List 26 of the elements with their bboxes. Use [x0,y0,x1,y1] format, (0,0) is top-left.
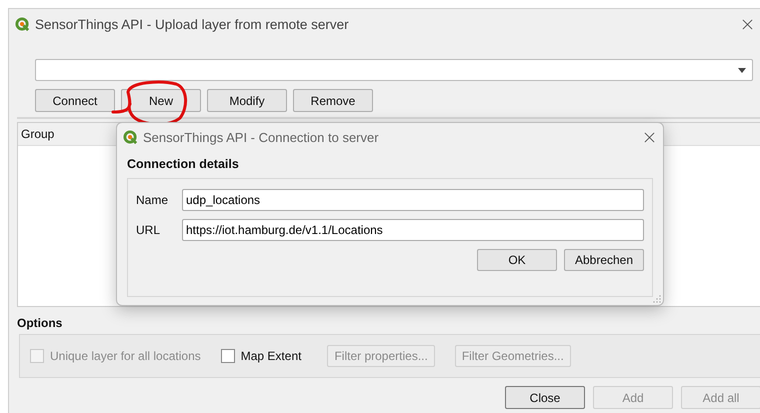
footer-button[interactable]: Close [505,386,585,409]
checkbox-label: Unique layer for all locations [50,349,201,363]
connection-button[interactable]: Connect [35,89,115,112]
connection-dropdown[interactable] [35,59,753,81]
checkbox[interactable] [220,349,235,363]
field-label: URL [136,223,162,237]
connection-button[interactable]: Modify [207,89,287,112]
close-icon[interactable] [742,18,753,30]
input-field[interactable]: udp_locations [182,189,644,211]
input-field[interactable]: https://iot.hamburg.de/v1.1/Locations [182,219,644,241]
section-title: Connection details [127,157,240,171]
app-logo-icon [15,16,30,32]
caret-icon [738,68,746,72]
dialog-title: SensorThings API - Connection to server [143,130,380,144]
connection-button[interactable]: New [121,89,201,112]
resize-grip-icon[interactable] [653,295,661,303]
connection-button[interactable]: Remove [293,89,373,112]
dialog-button[interactable]: Abbrechen [564,249,644,271]
window-title: SensorThings API - Upload layer from remote server [35,16,350,32]
column-header[interactable]: Group [21,127,54,141]
close-icon[interactable] [644,132,655,142]
app-logo-icon [123,130,138,144]
section-title: Options [17,316,64,330]
field-label: Name [136,193,170,207]
checkbox-label: Map Extent [240,349,302,363]
dialog-button[interactable]: OK [477,249,557,271]
